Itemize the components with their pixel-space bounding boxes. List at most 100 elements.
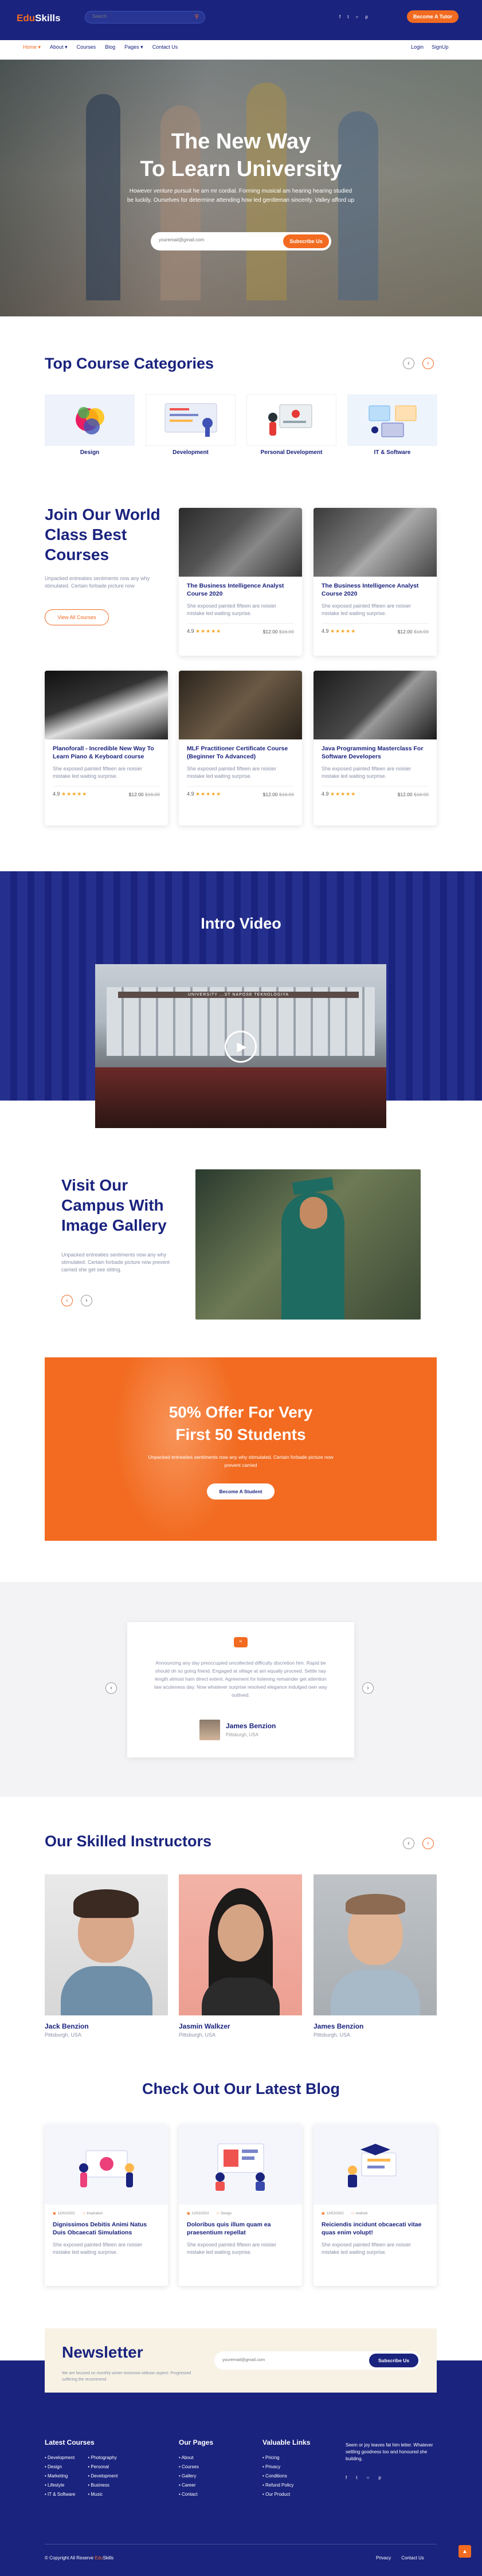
footer-link[interactable]: • Development <box>88 2472 117 2481</box>
instructors-prev-button[interactable]: ‹ <box>403 1838 414 1849</box>
twitter-icon[interactable]: t <box>347 14 348 19</box>
course-title[interactable]: Planoforall - Incredible New Way To Lear… <box>53 745 160 761</box>
footer-link[interactable]: • Courses <box>179 2463 213 2472</box>
category-card-personal-development[interactable]: Personal Development <box>246 394 336 456</box>
instructors-next-button[interactable]: › <box>422 1838 434 1849</box>
search-icon[interactable]: ⚲ <box>195 14 199 20</box>
testimonial-next-button[interactable]: › <box>362 1682 374 1694</box>
instructor-name[interactable]: James Benzion <box>314 2022 437 2030</box>
footer-link[interactable]: • About <box>179 2453 213 2463</box>
course-price: $12.00 $16.99 <box>398 629 429 635</box>
blog-category[interactable]: □ Android <box>352 2211 367 2215</box>
pinterest-icon[interactable]: p <box>378 2475 381 2480</box>
footer-link[interactable]: • Business <box>88 2481 117 2490</box>
instagram-icon[interactable]: ○ <box>366 2475 369 2480</box>
footer-link[interactable]: • Marketing <box>45 2472 75 2481</box>
course-price-old: $16.99 <box>414 628 429 635</box>
logo[interactable]: EduSkills <box>17 13 61 24</box>
intro-video-player[interactable]: UNIVERSITY ...ST NAPOSE TEKNOLOGIYA ▶ <box>95 964 386 1128</box>
testimonial-prev-button[interactable]: ‹ <box>105 1682 117 1694</box>
course-card[interactable]: Planoforall - Incredible New Way To Lear… <box>45 671 168 825</box>
categories-next-button[interactable]: › <box>422 358 434 369</box>
course-title[interactable]: The Business Intelligence Analyst Course… <box>322 582 429 598</box>
search-input[interactable] <box>92 14 184 19</box>
blog-category[interactable]: □ Design <box>217 2211 232 2215</box>
nav-home[interactable]: Home ▾ <box>23 44 41 50</box>
footer-link[interactable]: • Gallery <box>179 2472 213 2481</box>
footer-link[interactable]: • IT & Software <box>45 2490 75 2499</box>
instructor-card[interactable]: James Benzion Pittsburgh, USA <box>314 1874 437 2039</box>
footer-link-label: Refund Policy <box>265 2483 294 2488</box>
footer-link[interactable]: • Career <box>179 2481 213 2490</box>
blog-post-title[interactable]: Reiciendis incidunt obcaecati vitae quas… <box>322 2221 429 2237</box>
footer-link[interactable]: • Design <box>45 2463 75 2472</box>
categories-prev-button[interactable]: ‹ <box>403 358 414 369</box>
nav-courses[interactable]: Courses <box>77 44 96 50</box>
blog-category[interactable]: □ Inspiration <box>83 2211 103 2215</box>
hero-email-input[interactable] <box>159 237 262 242</box>
footer-link[interactable]: • Personal <box>88 2463 117 2472</box>
become-student-button[interactable]: Become A Student <box>207 1483 275 1500</box>
view-all-courses-button[interactable]: View All Courses <box>45 609 109 625</box>
footer-link[interactable]: • Refund Policy <box>262 2481 310 2490</box>
footer-link[interactable]: • Pricing <box>262 2453 310 2463</box>
course-card[interactable]: The Business Intelligence Analyst Course… <box>314 508 437 656</box>
course-rating: 4.9 ★★★★★ <box>322 791 356 797</box>
login-link[interactable]: Login <box>411 44 424 50</box>
instructor-card[interactable]: Jack Benzion Pittsburgh, USA <box>45 1874 168 2039</box>
instructor-photo <box>45 1874 168 2015</box>
footer-link[interactable]: • Contact <box>179 2490 213 2499</box>
scroll-top-button[interactable]: ▲ <box>459 2545 471 2558</box>
category-card-it-software[interactable]: IT & Software <box>347 394 437 456</box>
instructor-place: Pittsburgh, USA <box>45 2032 82 2038</box>
category-card-development[interactable]: Development <box>146 394 236 456</box>
gallery-next-button[interactable]: › <box>81 1295 92 1306</box>
category-card-design[interactable]: Design <box>45 394 135 456</box>
course-card[interactable]: MLF Practitioner Certificate Course (Beg… <box>179 671 302 825</box>
newsletter-subscribe-button[interactable]: Subscribe Us <box>369 2354 418 2367</box>
course-title[interactable]: The Business Intelligence Analyst Course… <box>187 582 294 598</box>
gallery-prev-button[interactable]: ‹ <box>61 1295 73 1306</box>
footer-col-title: Latest Courses <box>45 2438 95 2446</box>
pinterest-icon[interactable]: p <box>365 14 367 19</box>
footer-col-latest-courses: Latest Courses • Development • Design • … <box>45 2438 118 2499</box>
newsletter-email-input[interactable] <box>222 2357 348 2362</box>
signup-link[interactable]: SignUp <box>432 44 449 50</box>
newsletter-box: Newsletter We are focused on monthly win… <box>45 2328 437 2393</box>
nav-about[interactable]: About ▾ <box>50 44 68 50</box>
footer-col-valuable-links: Valuable Links • Pricing • Privacy • Con… <box>262 2438 310 2499</box>
instructor-name[interactable]: Jasmin Walkzer <box>179 2022 302 2030</box>
become-tutor-button[interactable]: Become A Tutor <box>407 10 459 23</box>
facebook-icon[interactable]: f <box>339 14 340 19</box>
blog-post-title[interactable]: Dignissimos Debitis Animi Natus Duis Obc… <box>53 2221 160 2237</box>
footer-link[interactable]: • Privacy <box>262 2463 310 2472</box>
search-box[interactable]: ⚲ <box>85 11 205 24</box>
privacy-link[interactable]: Privacy <box>376 2555 391 2561</box>
course-title[interactable]: Java Programming Masterclass For Softwar… <box>322 745 429 761</box>
play-button[interactable]: ▶ <box>225 1031 257 1063</box>
footer-link[interactable]: • Music <box>88 2490 117 2499</box>
course-card[interactable]: Java Programming Masterclass For Softwar… <box>314 671 437 825</box>
blog-post-title[interactable]: Doloribus quis illum quam ea praesentium… <box>187 2221 294 2237</box>
footer-link[interactable]: • Our Product <box>262 2490 310 2499</box>
blog-card[interactable]: ▣ 12/02/2022 □ Inspiration Dignissimos Deb… <box>45 2124 168 2286</box>
instructor-card[interactable]: Jasmin Walkzer Pittsburgh, USA <box>179 1874 302 2039</box>
nav-contact[interactable]: Contact Us <box>152 44 178 50</box>
course-card[interactable]: The Business Intelligence Analyst Course… <box>179 508 302 656</box>
nav-pages[interactable]: Pages ▾ <box>124 44 143 50</box>
course-title[interactable]: MLF Practitioner Certificate Course (Beg… <box>187 745 294 761</box>
category-label-development: Development <box>173 449 209 456</box>
contact-us-link[interactable]: Contact Us <box>401 2555 424 2561</box>
blog-card[interactable]: ▣ 12/02/2022 □ Android Reiciendis incidunt… <box>314 2124 437 2286</box>
instructor-name[interactable]: Jack Benzion <box>45 2022 168 2030</box>
blog-card[interactable]: ▣ 12/02/2022 □ Design Doloribus quis illum… <box>179 2124 302 2286</box>
instagram-icon[interactable]: ○ <box>355 14 358 19</box>
facebook-icon[interactable]: f <box>346 2475 347 2480</box>
hero-subscribe-button[interactable]: Subscribe Us <box>283 234 329 248</box>
twitter-icon[interactable]: t <box>356 2475 357 2480</box>
footer-link[interactable]: • Photography <box>88 2453 117 2463</box>
footer-link[interactable]: • Development <box>45 2453 75 2463</box>
footer-link[interactable]: • Lifestyle <box>45 2481 75 2490</box>
nav-blog[interactable]: Blog <box>105 44 115 50</box>
footer-link[interactable]: • Conditions <box>262 2472 310 2481</box>
